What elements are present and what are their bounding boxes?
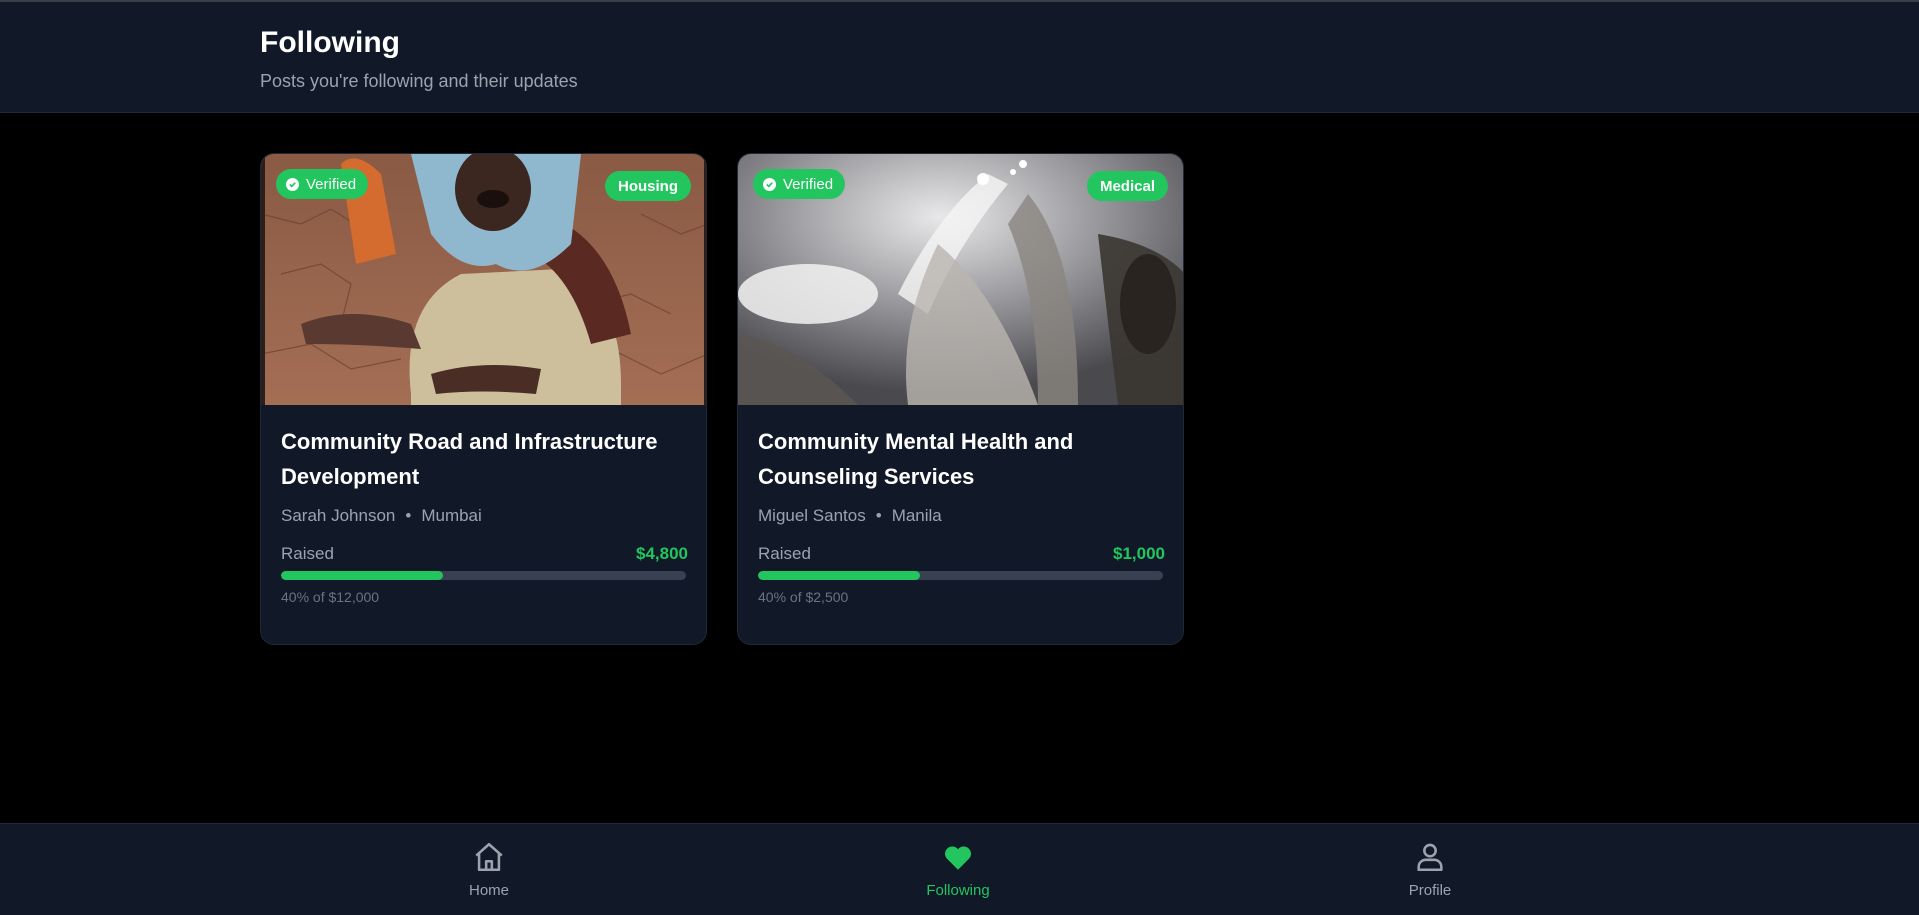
category-badge: Housing: [605, 171, 691, 201]
page-subtitle: Posts you're following and their updates: [260, 71, 578, 91]
meta-separator: •: [875, 506, 882, 525]
raised-amount: $4,800: [636, 544, 688, 563]
raised-amount: $1,000: [1113, 544, 1165, 563]
verified-label: Verified: [783, 175, 834, 193]
verified-badge: Verified: [753, 169, 846, 199]
nav-profile[interactable]: Profile: [1370, 840, 1490, 899]
user-icon: [1413, 840, 1447, 878]
progress-fill: [281, 571, 443, 580]
progress-bar: [281, 571, 686, 580]
check-circle-icon: [286, 177, 299, 191]
post-location: Manila: [891, 506, 942, 525]
category-badge: Medical: [1086, 171, 1168, 201]
verified-label: Verified: [306, 175, 357, 193]
post-location: Mumbai: [421, 506, 482, 525]
nav-home-label: Home: [468, 882, 509, 899]
progress-text: 40% of $12,000: [281, 589, 380, 605]
post-title[interactable]: Community Mental Health and Counseling S…: [758, 424, 1165, 494]
heart-icon: [941, 840, 975, 878]
post-meta: Miguel Santos • Manila: [758, 506, 1165, 526]
post-meta: Sarah Johnson • Mumbai: [281, 506, 688, 526]
nav-following-label: Following: [926, 882, 990, 899]
raised-label: Raised: [758, 544, 811, 563]
page-header: Following Posts you're following and the…: [0, 2, 1919, 113]
progress-text: 40% of $2,500: [758, 589, 849, 605]
nav-following[interactable]: Following: [898, 840, 1018, 899]
meta-separator: •: [405, 506, 412, 525]
post-card[interactable]: Verified Medical Community Mental Health…: [737, 153, 1184, 645]
post-author: Sarah Johnson: [281, 506, 396, 525]
nav-home[interactable]: Home: [429, 840, 549, 899]
bottom-nav: Home Following Profile: [0, 823, 1919, 915]
post-author: Miguel Santos: [758, 506, 866, 525]
progress-fill: [758, 571, 920, 580]
home-icon: [472, 840, 506, 878]
verified-badge: Verified: [276, 169, 369, 199]
page-title: Following: [260, 26, 400, 59]
post-card-body: Community Road and Infrastructure Develo…: [281, 424, 688, 605]
post-card-body: Community Mental Health and Counseling S…: [758, 424, 1165, 605]
post-card[interactable]: Verified Housing Community Road and Infr…: [260, 153, 707, 645]
progress-bar: [758, 571, 1163, 580]
post-title[interactable]: Community Road and Infrastructure Develo…: [281, 424, 688, 494]
check-circle-icon: [763, 177, 776, 191]
raised-row: Raised $1,000: [758, 544, 1165, 564]
raised-label: Raised: [281, 544, 334, 563]
raised-row: Raised $4,800: [281, 544, 688, 564]
nav-profile-label: Profile: [1408, 882, 1452, 899]
